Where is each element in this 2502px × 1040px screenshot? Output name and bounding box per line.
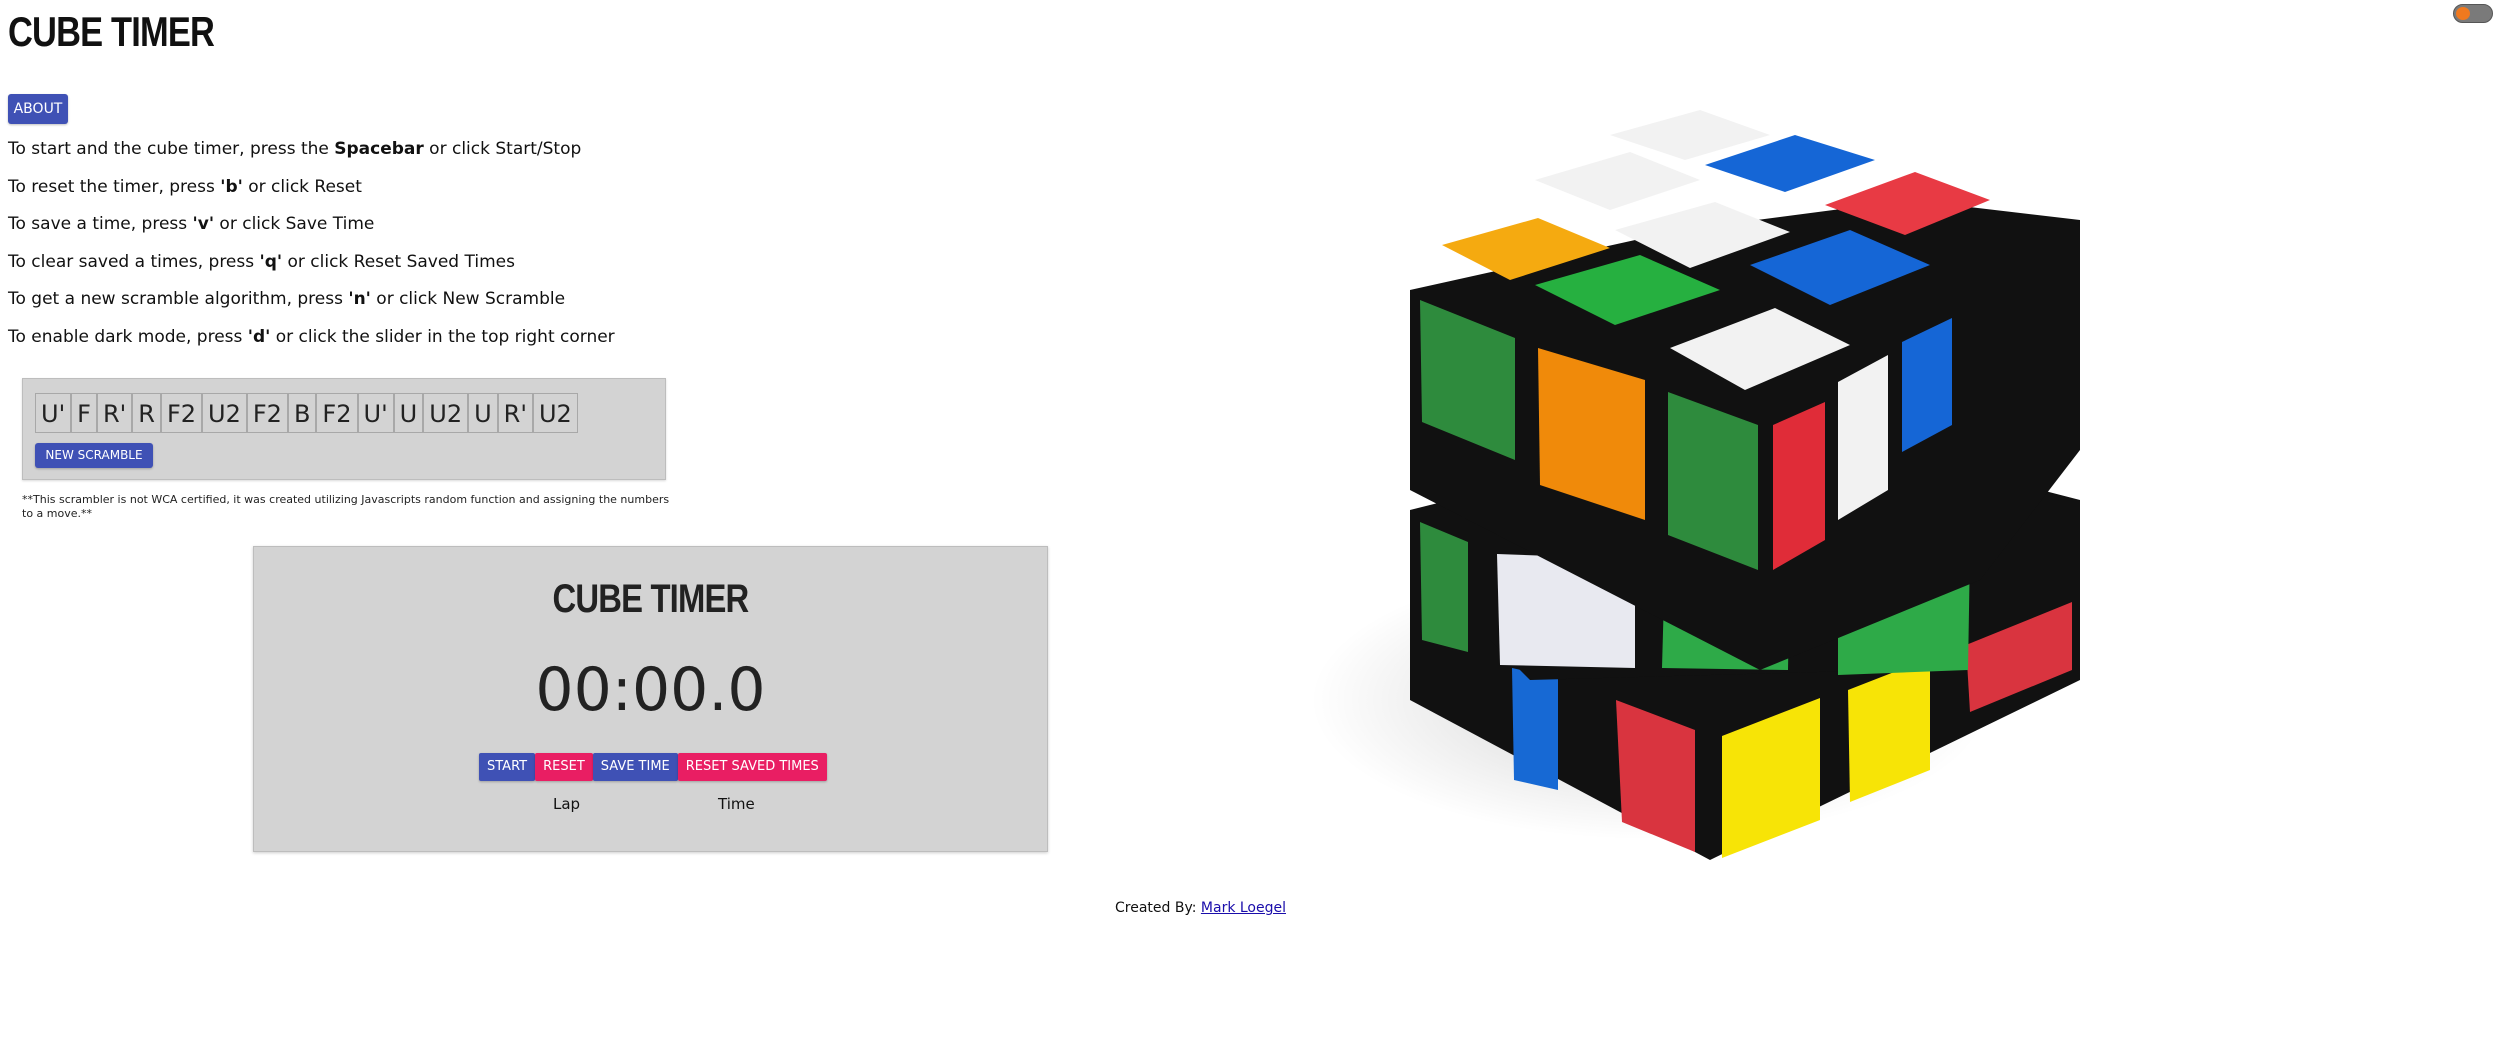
instruction-start: To start and the cube timer, press the S… [8,139,582,159]
scramble-move: F2 [246,393,288,433]
scramble-move: U' [35,393,72,433]
reset-button[interactable]: RESET [535,753,593,781]
dark-mode-toggle[interactable] [2453,4,2493,23]
site-title: CUBE TIMER [8,8,215,55]
scramble-move: F2 [316,393,358,433]
timer-card: CUBE TIMER 00:00.0 START RESET SAVE TIME… [253,546,1048,852]
instruction-reset: To reset the timer, press 'b' or click R… [8,176,362,197]
scramble-panel: U' F R' R F2 U2 F2 B F2 U' U U2 U R' U2 … [22,378,666,480]
scramble-move: F [71,393,97,433]
instruction-dark-mode: To enable dark mode, press 'd' or click … [8,326,615,347]
scramble-move: B [287,393,317,433]
scramble-move: R [132,393,161,433]
time-display: 00:00.0 [535,655,766,725]
instruction-clear: To clear saved a times, press 'q' or cli… [8,251,515,272]
save-time-button[interactable]: SAVE TIME [592,753,678,781]
scramble-move: U [393,393,424,433]
lap-column-header: Lap [553,795,581,813]
author-link[interactable]: Mark Loegel [1201,900,1286,916]
instruction-save: To save a time, press 'v' or click Save … [8,214,375,234]
about-button[interactable]: ABOUT [8,94,68,124]
scramble-moves: U' F R' R F2 U2 F2 B F2 U' U U2 U R' U2 [35,393,578,433]
scramble-move: U2 [532,393,578,433]
scramble-move: U [468,393,498,433]
page: CUBE TIMER ABOUT To start and the cube t… [0,0,2502,1040]
toggle-knob [2456,7,2470,20]
timer-controls: START RESET SAVE TIME RESET SAVED TIMES [479,753,827,781]
instruction-scramble: To get a new scramble algorithm, press '… [8,289,566,309]
timer-title: CUBE TIMER [552,577,750,621]
time-column-header: Time [718,795,755,813]
footer-prefix: Created By: [1115,900,1201,916]
scramble-move: U2 [423,393,469,433]
scramble-move: U2 [202,393,247,433]
rubiks-cube-image [1310,110,2080,860]
reset-saved-times-button[interactable]: RESET SAVED TIMES [677,753,827,781]
new-scramble-button[interactable]: NEW SCRAMBLE [35,443,153,468]
scramble-move: U' [357,393,394,433]
start-button[interactable]: START [479,753,536,781]
scramble-disclaimer: **This scrambler is not WCA certified, i… [22,493,670,520]
instructions-list: To start and the cube timer, press the S… [8,138,615,363]
footer-credit: Created By: Mark Loegel [1115,900,1286,916]
scramble-move: F2 [160,393,203,433]
scramble-move: R' [96,393,133,433]
scramble-move: R' [497,393,533,433]
